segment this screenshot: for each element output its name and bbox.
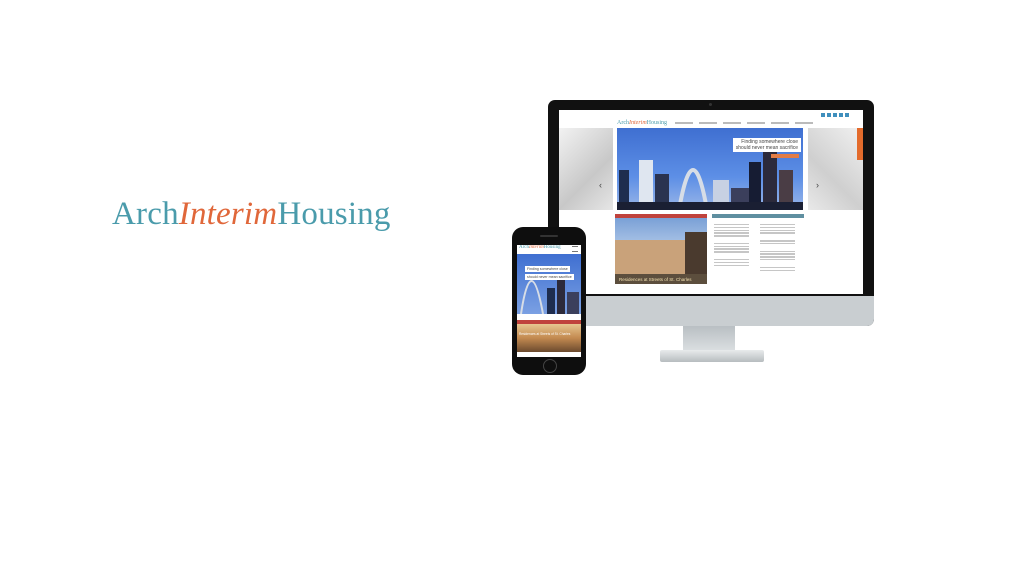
featured-property-caption: Residences at Streets of St. Charles <box>619 277 692 282</box>
location-link[interactable] <box>714 261 750 264</box>
location-link[interactable] <box>760 253 796 255</box>
nav-item[interactable] <box>795 122 813 124</box>
gateway-arch <box>520 280 544 314</box>
carousel-next-arrow-icon[interactable]: › <box>816 180 819 190</box>
nav-item[interactable] <box>699 122 717 124</box>
mobile-hero-line2: should never mean sacrifice <box>525 274 574 280</box>
location-heading[interactable]: ​ <box>760 246 804 250</box>
mobile-skyline-image <box>520 280 579 314</box>
social-icon[interactable] <box>821 113 825 117</box>
nav-item[interactable] <box>723 122 741 124</box>
location-link[interactable] <box>760 250 796 253</box>
location-link[interactable] <box>714 242 750 245</box>
monitor-stand-foot <box>660 350 764 362</box>
site-logo-interim: Interim <box>629 120 647 126</box>
locations-directory: ​ ​ ​ ​ ​ ​ ​ <box>712 219 804 285</box>
social-icons <box>821 113 849 117</box>
location-link[interactable] <box>714 232 750 234</box>
apartment-building-image <box>615 232 707 284</box>
location-link[interactable] <box>714 224 750 226</box>
building <box>763 152 777 210</box>
location-link[interactable] <box>760 224 796 226</box>
hero-cta-button[interactable] <box>771 154 799 158</box>
side-contact-tab[interactable] <box>857 128 863 160</box>
location-link[interactable] <box>714 259 750 261</box>
location-heading[interactable]: ​ <box>714 238 758 242</box>
carousel-prev-slide: ‹ <box>559 128 613 210</box>
social-icon[interactable] <box>827 113 831 117</box>
menu-icon[interactable] <box>572 246 578 252</box>
nav-item[interactable] <box>675 122 693 124</box>
carousel-next-slide: › <box>808 128 863 210</box>
hero-slide: Finding somewhere close should never mea… <box>617 128 803 210</box>
mobile-logo-housing: Housing <box>543 245 561 250</box>
social-icon[interactable] <box>839 113 843 117</box>
mobile-featured-photo[interactable]: Residences at Streets of St. Charles <box>517 324 581 352</box>
location-heading[interactable]: ​ <box>714 219 758 223</box>
brand-logo-interim: Interim <box>178 196 278 232</box>
location-link[interactable] <box>714 264 750 266</box>
brand-logo-arch: Arch <box>112 196 179 232</box>
location-link[interactable] <box>760 242 796 245</box>
mobile-hero: Finding somewhere close should never mea… <box>517 254 581 314</box>
location-link[interactable] <box>760 226 796 229</box>
location-link[interactable] <box>760 256 796 258</box>
building-facade <box>615 240 685 276</box>
phone-screen: ArchInterimHousing Finding somewhere clo… <box>517 245 581 357</box>
location-link[interactable] <box>714 229 750 231</box>
phone-home-button <box>543 359 557 373</box>
social-icon[interactable] <box>845 113 849 117</box>
site-nav <box>675 122 813 124</box>
featured-property-photo[interactable]: Residences at Streets of St. Charles <box>615 218 707 284</box>
location-link[interactable] <box>714 251 750 253</box>
location-link[interactable] <box>714 235 750 237</box>
locations-column: ​ ​ ​ <box>714 219 758 267</box>
location-link[interactable] <box>760 269 796 271</box>
location-heading[interactable]: ​ <box>760 235 804 239</box>
building <box>557 280 565 314</box>
building <box>547 288 555 314</box>
location-link[interactable] <box>760 232 796 234</box>
location-link[interactable] <box>760 266 796 269</box>
mobile-featured-caption: Residences at Streets of St. Charles <box>519 332 571 336</box>
location-link[interactable] <box>714 248 750 250</box>
monitor-camera <box>709 103 712 106</box>
mobile-site-logo[interactable]: ArchInterimHousing <box>519 245 561 250</box>
location-link[interactable] <box>714 226 750 229</box>
monitor-chin <box>548 296 874 326</box>
location-link[interactable] <box>760 259 796 261</box>
location-heading[interactable]: ​ <box>760 262 804 266</box>
location-link[interactable] <box>714 245 750 248</box>
site-logo[interactable]: ArchInterimHousing <box>617 120 667 126</box>
site-logo-housing: Housing <box>646 120 668 126</box>
mobile-hero-line1: Finding somewhere close <box>525 266 570 272</box>
desktop-screen: ArchInterimHousing ‹ Finding somewhere c… <box>559 110 863 294</box>
hero-callout-line2: should never mean sacrifice <box>735 145 798 151</box>
locations-column: ​ ​ ​ ​ <box>760 219 804 272</box>
phone-speaker <box>540 235 558 237</box>
location-link[interactable] <box>760 240 796 242</box>
building <box>567 292 579 314</box>
nav-item[interactable] <box>771 122 789 124</box>
site-logo-arch: Arch <box>617 120 629 126</box>
location-link[interactable] <box>760 229 796 231</box>
building-tower <box>685 232 707 276</box>
nav-item[interactable] <box>747 122 765 124</box>
location-heading[interactable]: ​ <box>714 254 758 258</box>
location-heading[interactable]: ​ <box>760 219 804 223</box>
ground <box>617 202 803 210</box>
locations-band <box>712 214 804 218</box>
brand-logo-housing: Housing <box>277 196 391 232</box>
mobile-logo-interim: Interim <box>529 245 544 250</box>
mobile-logo-arch: Arch <box>519 245 529 250</box>
social-icon[interactable] <box>833 113 837 117</box>
hero-callout: Finding somewhere close should never mea… <box>732 138 801 152</box>
brand-logo: ArchInterimHousing <box>112 196 391 233</box>
carousel-prev-arrow-icon[interactable]: ‹ <box>599 180 602 190</box>
